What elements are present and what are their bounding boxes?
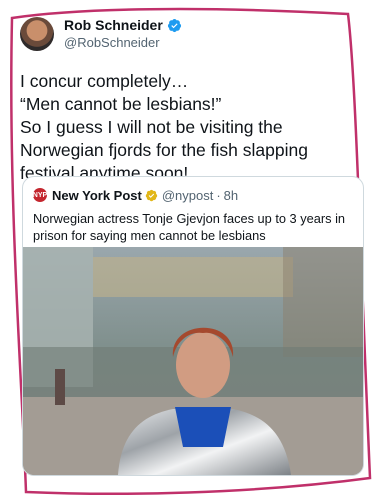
nypost-logo-icon: NYP	[33, 188, 47, 202]
quoted-handle[interactable]: @nypost	[162, 188, 214, 203]
avatar[interactable]	[20, 17, 54, 51]
quoted-tweet[interactable]: NYP New York Post @nypost · 8h Norwegian…	[22, 176, 364, 476]
author-names: Rob Schneider @RobSchneider	[64, 17, 182, 51]
name-row: Rob Schneider	[64, 17, 182, 34]
author-handle[interactable]: @RobSchneider	[64, 34, 182, 51]
separator-dot: ·	[216, 187, 221, 203]
gold-verified-badge-icon	[145, 189, 158, 201]
quoted-tweet-photo[interactable]	[23, 247, 363, 475]
author-display-name[interactable]: Rob Schneider	[64, 17, 163, 34]
quoted-display-name[interactable]: New York Post	[52, 188, 142, 203]
tweet[interactable]: Rob Schneider @RobSchneider I concur com…	[20, 12, 360, 185]
quoted-timestamp[interactable]: 8h	[224, 188, 238, 203]
quoted-tweet-header: NYP New York Post @nypost · 8h	[23, 177, 363, 204]
verified-badge-icon	[167, 18, 181, 33]
quoted-tweet-text: Norwegian actress Tonje Gjevjon faces up…	[33, 211, 346, 260]
tweet-text: I concur completely… “Men cannot be lesb…	[20, 71, 308, 183]
tweet-header: Rob Schneider @RobSchneider	[20, 12, 360, 56]
